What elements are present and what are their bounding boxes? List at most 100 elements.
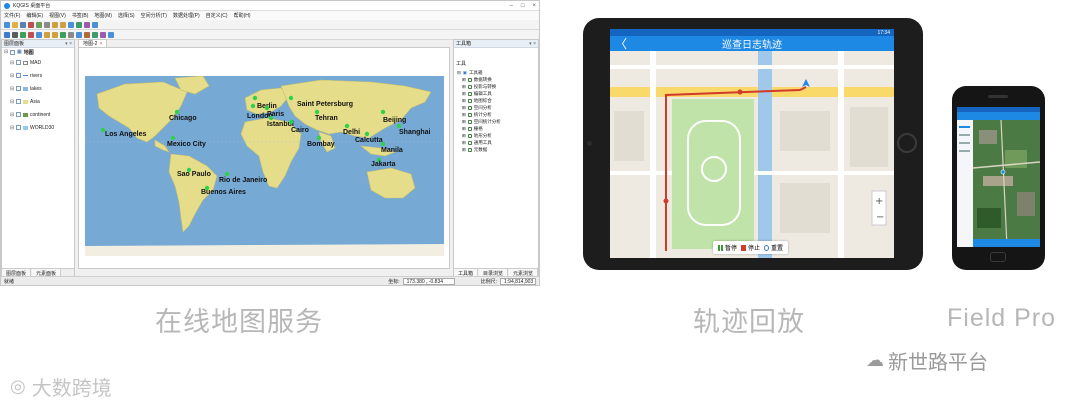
save-icon[interactable] [20,21,26,28]
expand-icon[interactable]: ⊟ [10,86,14,92]
refresh-icon[interactable] [60,31,66,38]
clear-selection-icon[interactable] [68,31,74,38]
city-marker[interactable] [224,171,230,177]
undo-icon[interactable] [52,21,58,28]
layer-checkbox[interactable] [16,73,21,78]
collapse-icon[interactable]: ⊟ [4,49,8,55]
menu-help[interactable]: 帮助(H) [234,12,251,19]
stop-button[interactable]: 停止 [741,243,760,252]
menu-bookmark[interactable]: 书签(B) [72,12,89,19]
zoom-in-icon[interactable] [20,31,26,38]
menu-data-processing[interactable]: 数据处理(P) [173,12,200,19]
layout-icon[interactable] [108,31,114,38]
layer-item[interactable]: ⊟ MAD [2,56,74,69]
city-marker[interactable] [288,119,294,125]
menu-select[interactable]: 选择(S) [118,12,135,19]
tab-element-browser[interactable]: 元素浏览 [509,269,538,277]
tab-toolbox[interactable]: 工具箱 [454,269,478,277]
city-marker[interactable] [314,109,320,115]
menu-map[interactable]: 地图(M) [94,12,112,19]
side-menu-item[interactable] [959,126,970,128]
city-marker[interactable] [170,135,176,141]
layer-checkbox[interactable] [16,125,21,130]
pause-button[interactable]: 暂停 [718,243,737,252]
back-arrow-icon[interactable]: 〈 [615,35,627,52]
world-map[interactable]: BerlinSaint PetersburgLondonParisTehranI… [85,76,444,256]
track-point[interactable] [663,198,669,204]
toolbox-item[interactable]: ⊞ 空间分析 [454,104,538,111]
redo-icon[interactable] [60,21,66,28]
open-icon[interactable] [12,21,18,28]
tab-close-icon[interactable]: × [99,41,102,47]
next-extent-icon[interactable] [52,31,58,38]
track-map[interactable]: + − [610,51,894,258]
edit-icon[interactable] [84,31,90,38]
toolbox-item[interactable]: ⊞ 元数据 [454,146,538,153]
tablet-home-button[interactable] [897,133,917,153]
phone-side-menu[interactable] [957,120,973,247]
city-marker[interactable] [264,105,270,111]
panel-close-icon[interactable]: ▾ × [529,41,536,47]
layer-checkbox[interactable] [16,60,21,65]
snap-icon[interactable] [92,31,98,38]
city-marker[interactable] [396,123,402,129]
menu-file[interactable]: 文件(F) [4,12,20,19]
layer-item[interactable]: ⊟ rivers [2,69,74,82]
layer-checkbox[interactable] [10,49,15,55]
menu-customize[interactable]: 自定义(C) [206,12,228,19]
pan-icon[interactable] [12,31,18,38]
expand-icon[interactable]: ⊟ [10,73,14,79]
city-marker[interactable] [316,135,322,141]
toolbox-item[interactable]: ⊞ 统计分析 [454,111,538,118]
city-marker[interactable] [380,141,386,147]
expand-icon[interactable]: ⊟ [10,112,14,118]
map-root[interactable]: ⊟ ▦ 地图 [2,48,74,56]
minimize-icon[interactable]: – [510,3,513,9]
tab-catalog[interactable]: 目录浏览 [479,269,508,277]
city-marker[interactable] [268,115,274,121]
expand-icon[interactable]: ⊟ [10,125,14,131]
city-marker[interactable] [288,95,294,101]
city-marker[interactable] [174,109,180,115]
label-icon[interactable] [100,31,106,38]
side-menu-item[interactable] [959,142,970,144]
cut-icon[interactable] [28,21,34,28]
reset-button[interactable]: 重置 [764,243,783,252]
layer-checkbox[interactable] [16,99,21,104]
select-icon[interactable] [4,31,10,38]
toolbox-item[interactable]: ⊞ 地图综合 [454,97,538,104]
new-icon[interactable] [4,21,10,28]
toolbox-item[interactable]: ⊞ 栅格 [454,125,538,132]
maximize-icon[interactable]: □ [521,3,525,9]
layer-checkbox[interactable] [16,112,21,117]
zoom-out-icon[interactable] [28,31,34,38]
city-marker[interactable] [344,123,350,129]
city-marker[interactable] [252,95,258,101]
toolbox-item[interactable]: ⊞ 投影与转换 [454,83,538,90]
layer-checkbox[interactable] [16,86,21,91]
measure-icon[interactable] [84,21,90,28]
layer-item[interactable]: ⊟ continent [2,108,74,121]
map-document-tab[interactable]: 地图-2 × [78,39,108,47]
menu-edit[interactable]: 编辑(E) [26,12,43,19]
add-data-icon[interactable] [68,21,74,28]
toolbox-item[interactable]: ⊞ 空间统计分析 [454,118,538,125]
phone-home-button[interactable] [990,252,1006,262]
phone-bottom-bar[interactable] [973,239,1040,247]
identify-icon[interactable] [92,21,98,28]
layer-item[interactable]: ⊟ lakes [2,82,74,95]
previous-extent-icon[interactable] [44,31,50,38]
map-view[interactable]: BerlinSaint PetersburgLondonParisTehranI… [78,47,450,269]
copy-icon[interactable] [36,21,42,28]
tab-element-panel[interactable]: 元素面板 [32,269,62,277]
zoom-out-icon[interactable]: − [876,212,884,223]
expand-icon[interactable]: ⊟ [10,99,14,105]
toolbox-item[interactable]: ⊞ 数据转换 [454,76,538,83]
find-icon[interactable] [76,31,82,38]
side-menu-item[interactable] [959,134,970,136]
toolbox-root[interactable]: ⊟ ▣ 工具箱 [454,69,538,76]
expand-icon[interactable]: ⊟ [10,60,14,66]
scale-field[interactable]: 1:94,814,903 [500,277,536,285]
menu-spatial-analysis[interactable]: 空间分析(T) [141,12,167,19]
side-menu-item[interactable] [959,150,970,152]
